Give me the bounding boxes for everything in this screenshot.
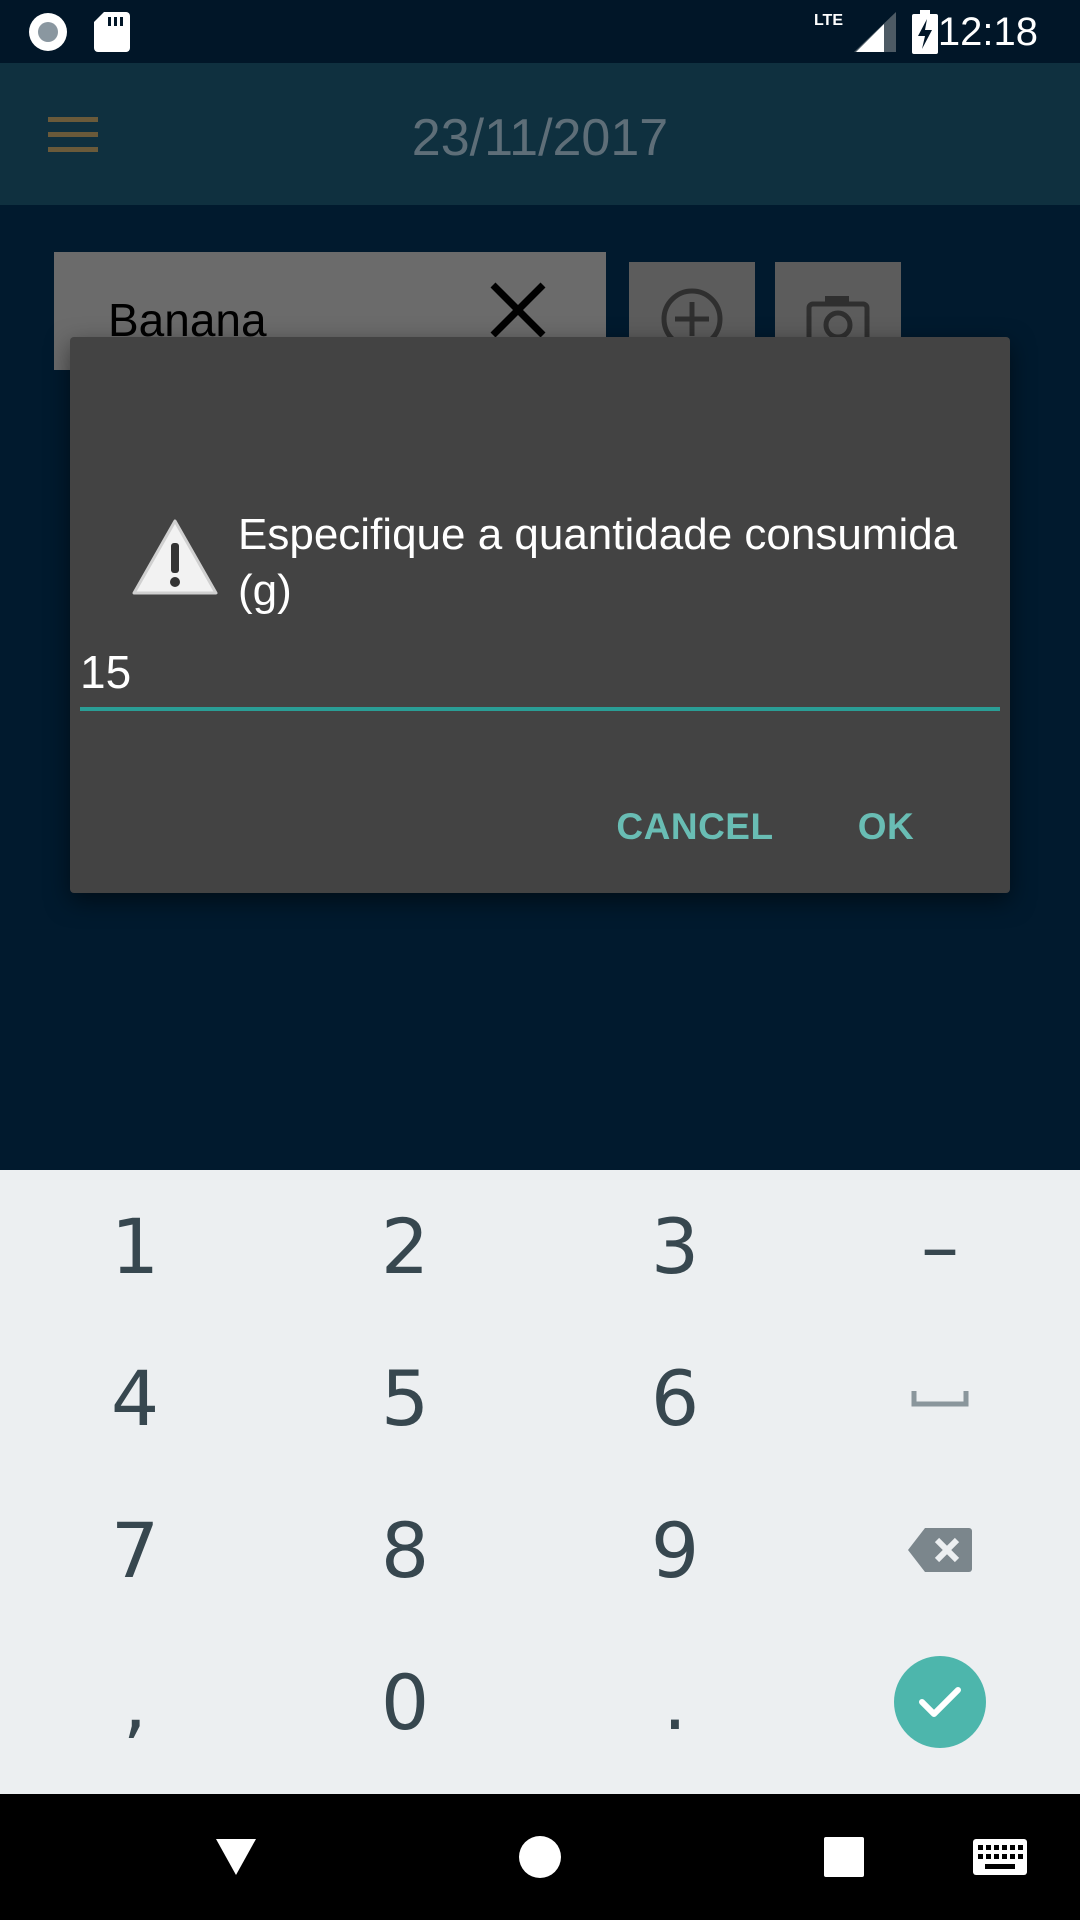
cancel-button[interactable]: CANCEL xyxy=(615,797,775,857)
nav-home-button[interactable] xyxy=(480,1794,600,1920)
key-dot[interactable]: . xyxy=(540,1626,810,1778)
quantity-dialog: Especifique a quantidade consumida (g) C… xyxy=(70,337,1010,893)
back-icon xyxy=(216,1839,256,1875)
warning-icon xyxy=(132,519,218,595)
signal-icon xyxy=(854,12,896,52)
quantity-input[interactable] xyxy=(80,637,1000,711)
backspace-icon xyxy=(908,1528,972,1572)
key-minus[interactable]: – xyxy=(805,1170,1075,1322)
sd-card-icon xyxy=(94,12,130,52)
enter-button[interactable] xyxy=(894,1656,986,1748)
page-title: 23/11/2017 xyxy=(411,109,669,167)
key-5[interactable]: 5 xyxy=(270,1322,540,1474)
key-backspace[interactable] xyxy=(805,1474,1075,1626)
keyboard-switch-icon xyxy=(973,1839,1027,1875)
key-3[interactable]: 3 xyxy=(540,1170,810,1322)
key-comma[interactable]: , xyxy=(0,1626,270,1778)
status-bar: LTE 12:18 xyxy=(0,0,1080,63)
key-1[interactable]: 1 xyxy=(0,1170,270,1322)
enter-check-icon xyxy=(919,1687,961,1717)
space-icon xyxy=(911,1391,969,1407)
navigation-bar xyxy=(0,1794,1080,1920)
key-enter[interactable] xyxy=(805,1626,1075,1778)
key-8[interactable]: 8 xyxy=(270,1474,540,1626)
record-icon xyxy=(29,13,67,51)
key-6[interactable]: 6 xyxy=(540,1322,810,1474)
nav-keyboard-switch-button[interactable] xyxy=(940,1794,1060,1920)
app-bar: 23/11/2017 xyxy=(0,63,1080,205)
status-time: 12:18 xyxy=(937,10,1038,54)
key-space[interactable] xyxy=(805,1322,1075,1474)
nav-recents-button[interactable] xyxy=(784,1794,904,1920)
key-0[interactable]: 0 xyxy=(270,1626,540,1778)
screen: LTE 12:18 23/11/2017 Banana Especifique … xyxy=(0,0,1080,1920)
dialog-title: Especifique a quantidade consumida (g) xyxy=(238,510,958,615)
key-4[interactable]: 4 xyxy=(0,1322,270,1474)
numeric-keyboard: 1 2 3 – 4 5 6 7 8 9 , 0 . xyxy=(0,1170,1080,1794)
key-9[interactable]: 9 xyxy=(540,1474,810,1626)
home-icon xyxy=(519,1836,561,1878)
key-2[interactable]: 2 xyxy=(270,1170,540,1322)
key-7[interactable]: 7 xyxy=(0,1474,270,1626)
close-icon[interactable] xyxy=(488,280,548,340)
ok-button[interactable]: OK xyxy=(846,797,926,857)
nav-back-button[interactable] xyxy=(176,1794,296,1920)
network-type-label: LTE xyxy=(813,12,843,29)
battery-charging-icon xyxy=(912,10,938,54)
recents-icon xyxy=(824,1837,864,1877)
